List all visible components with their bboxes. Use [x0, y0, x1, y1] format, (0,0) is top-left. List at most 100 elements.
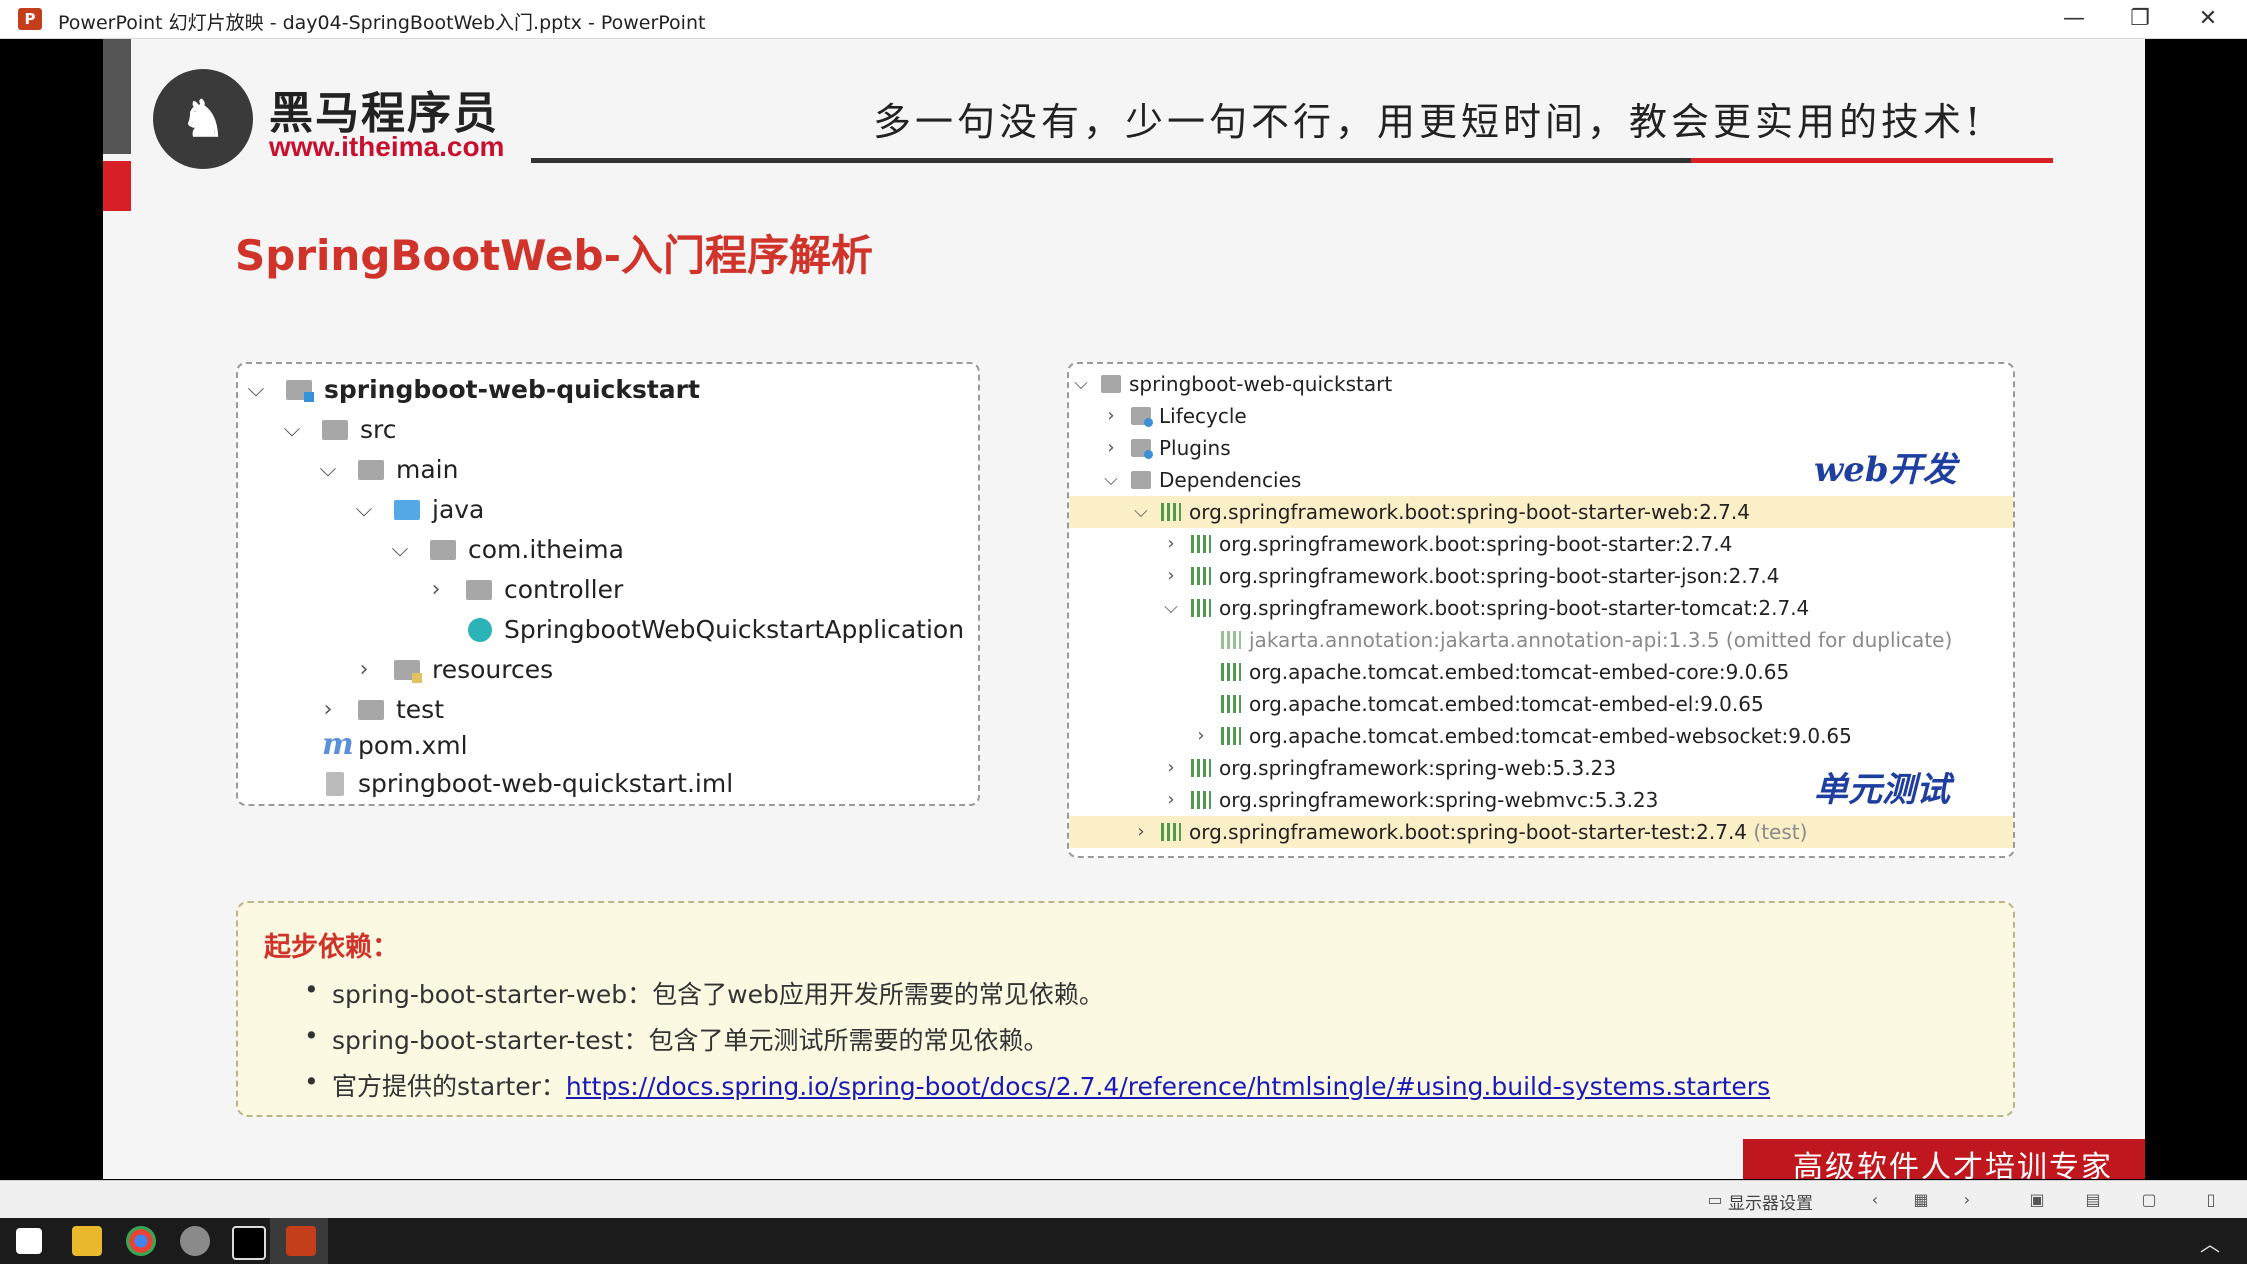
utility-app-icon[interactable] [180, 1226, 210, 1256]
chevron-right-icon: › [1137, 821, 1145, 842]
starters-doc-link[interactable]: https://docs.spring.io/spring-boot/docs/… [566, 1072, 1770, 1101]
tree-row: ⌵ main [238, 450, 978, 490]
chevron-right-icon: › [1167, 757, 1175, 778]
previous-slide-button[interactable]: ‹ [1864, 1191, 1886, 1209]
title-bar: P PowerPoint 幻灯片放映 - day04-SpringBootWeb… [0, 0, 2247, 39]
tree-label: org.springframework.boot:spring-boot-sta… [1219, 596, 1810, 620]
slide-sorter-icon[interactable]: ▤ [2082, 1191, 2104, 1209]
tree-label: pom.xml [358, 731, 468, 760]
tree-row: ⌵ springboot-web-quickstart [238, 370, 978, 410]
tree-label: org.springframework.boot:spring-boot-sta… [1189, 816, 1807, 848]
bullet-prefix: 官方提供的starter： [332, 1072, 566, 1101]
tree-row: › org.springframework.boot:spring-boot-s… [1069, 528, 2013, 560]
library-icon [1161, 503, 1181, 521]
tree-row: org.apache.tomcat.embed:tomcat-embed-el:… [1069, 688, 2013, 720]
library-icon [1161, 823, 1181, 841]
chevron-right-icon: › [323, 697, 333, 722]
tree-label: resources [432, 655, 554, 684]
slide-heading: SpringBootWeb-入门程序解析 [235, 231, 873, 280]
package-icon [466, 580, 492, 600]
slide: ♞ 黑马程序员 www.itheima.com 多一句没有，少一句不行，用更短时… [103, 39, 2145, 1179]
tree-row: org.apache.tomcat.embed:tomcat-embed-cor… [1069, 656, 2013, 688]
brand-badge-text: 高级软件人才培训专家 [1793, 1150, 2113, 1179]
file-explorer-icon[interactable] [72, 1226, 102, 1256]
chevron-right-icon: › [1167, 565, 1175, 586]
annotation-web: web开发 [1814, 450, 1957, 490]
bullet-starter-test: spring-boot-starter-test：包含了单元测试所需要的常见依赖… [304, 1021, 1048, 1057]
iml-file-icon [326, 772, 344, 796]
slogan: 多一句没有，少一句不行，用更短时间，教会更实用的技术! [873, 100, 1985, 144]
library-icon [1191, 567, 1211, 585]
next-slide-button[interactable]: › [1956, 1191, 1978, 1209]
chevron-down-icon: ⌵ [391, 537, 409, 562]
spring-class-icon [468, 618, 492, 642]
chevron-right-icon: › [1197, 725, 1205, 746]
chevron-right-icon: › [359, 657, 369, 682]
project-tree-panel: ⌵ springboot-web-quickstart ⌵ src ⌵ main… [236, 362, 980, 806]
header-divider [531, 158, 1691, 163]
tree-label: jakarta.annotation:jakarta.annotation-ap… [1249, 628, 1953, 652]
reading-view-icon[interactable]: ▢ [2138, 1191, 2160, 1209]
tree-row: ⌵ com.itheima [238, 530, 978, 570]
tree-row: › org.apache.tomcat.embed:tomcat-embed-w… [1069, 720, 2013, 752]
intellij-idea-icon[interactable] [232, 1226, 266, 1260]
chevron-right-icon: › [431, 577, 441, 602]
tree-label: java [432, 495, 485, 524]
tree-row: ⌵ org.springframework.boot:spring-boot-s… [1069, 496, 2013, 528]
minimize-button[interactable]: — [2052, 4, 2096, 34]
slide-accent-bar-gray [103, 39, 131, 154]
powerpoint-taskbar-icon[interactable] [286, 1226, 316, 1256]
tree-row: SpringbootWebQuickstartApplication [238, 610, 978, 650]
bullet-official-starter: 官方提供的starter：https://docs.spring.io/spri… [304, 1067, 1770, 1103]
tree-label: org.springframework.boot:spring-boot-sta… [1219, 564, 1780, 588]
chevron-up-icon[interactable]: ︿ [2200, 1228, 2220, 1257]
chevron-right-icon: › [1167, 533, 1175, 554]
grid-view-icon[interactable]: ▦ [1910, 1191, 1932, 1209]
plugins-icon [1131, 439, 1153, 459]
monitor-icon: ▭ [1707, 1190, 1723, 1209]
library-icon [1221, 631, 1241, 649]
normal-view-icon[interactable]: ▣ [2026, 1191, 2048, 1209]
chevron-right-icon: › [1167, 789, 1175, 810]
tree-row: ⌵ springboot-web-quickstart [1069, 368, 2013, 400]
chevron-down-icon: ⌵ [1104, 469, 1118, 490]
tree-label: springboot-web-quickstart [1129, 372, 1393, 396]
tree-label: src [360, 415, 397, 444]
logo-url: www.itheima.com [269, 131, 505, 162]
chevron-down-icon: ⌵ [1164, 597, 1178, 618]
library-icon [1221, 695, 1241, 713]
taskbar: ︿ [0, 1218, 2247, 1264]
tree-label: org.apache.tomcat.embed:tomcat-embed-el:… [1249, 692, 1764, 716]
tree-label: controller [504, 575, 624, 604]
maven-tree-panel: ⌵ springboot-web-quickstart › Lifecycle … [1067, 362, 2015, 858]
tree-row: › org.springframework.boot:spring-boot-s… [1069, 560, 2013, 592]
tree-label: org.springframework.boot:spring-boot-sta… [1189, 500, 1750, 524]
maven-project-icon [1101, 375, 1121, 393]
library-icon [1221, 663, 1241, 681]
powerpoint-logo-icon: P [18, 8, 42, 30]
close-button[interactable]: ✕ [2186, 4, 2230, 34]
chevron-down-icon: ⌵ [319, 457, 337, 482]
tree-label: Plugins [1159, 436, 1231, 460]
tree-label: Dependencies [1159, 468, 1302, 492]
restore-button[interactable]: ❐ [2118, 4, 2162, 34]
tree-label: test [396, 695, 445, 724]
tree-row: › Lifecycle [1069, 400, 2013, 432]
notes-title: 起步依赖： [264, 932, 399, 963]
tree-row: ⌵ java [238, 490, 978, 530]
tree-row: springboot-web-quickstart.iml [238, 764, 978, 804]
tree-label: org.springframework:spring-web:5.3.23 [1219, 756, 1617, 780]
windows-start-icon[interactable] [16, 1228, 42, 1254]
scope-suffix: (test) [1753, 820, 1808, 844]
chrome-icon[interactable] [126, 1226, 156, 1256]
chevron-down-icon: ⌵ [1134, 501, 1148, 522]
tree-label: Lifecycle [1159, 404, 1247, 428]
library-icon [1191, 599, 1211, 617]
presenter-view-icon[interactable]: ▯ [2200, 1191, 2222, 1209]
library-icon [1191, 535, 1211, 553]
tree-label: org.apache.tomcat.embed:tomcat-embed-cor… [1249, 660, 1790, 684]
library-icon [1221, 727, 1241, 745]
tree-row: › controller [238, 570, 978, 610]
tree-label: main [396, 455, 459, 484]
display-settings-button[interactable]: 显示器设置 [1728, 1189, 1813, 1214]
